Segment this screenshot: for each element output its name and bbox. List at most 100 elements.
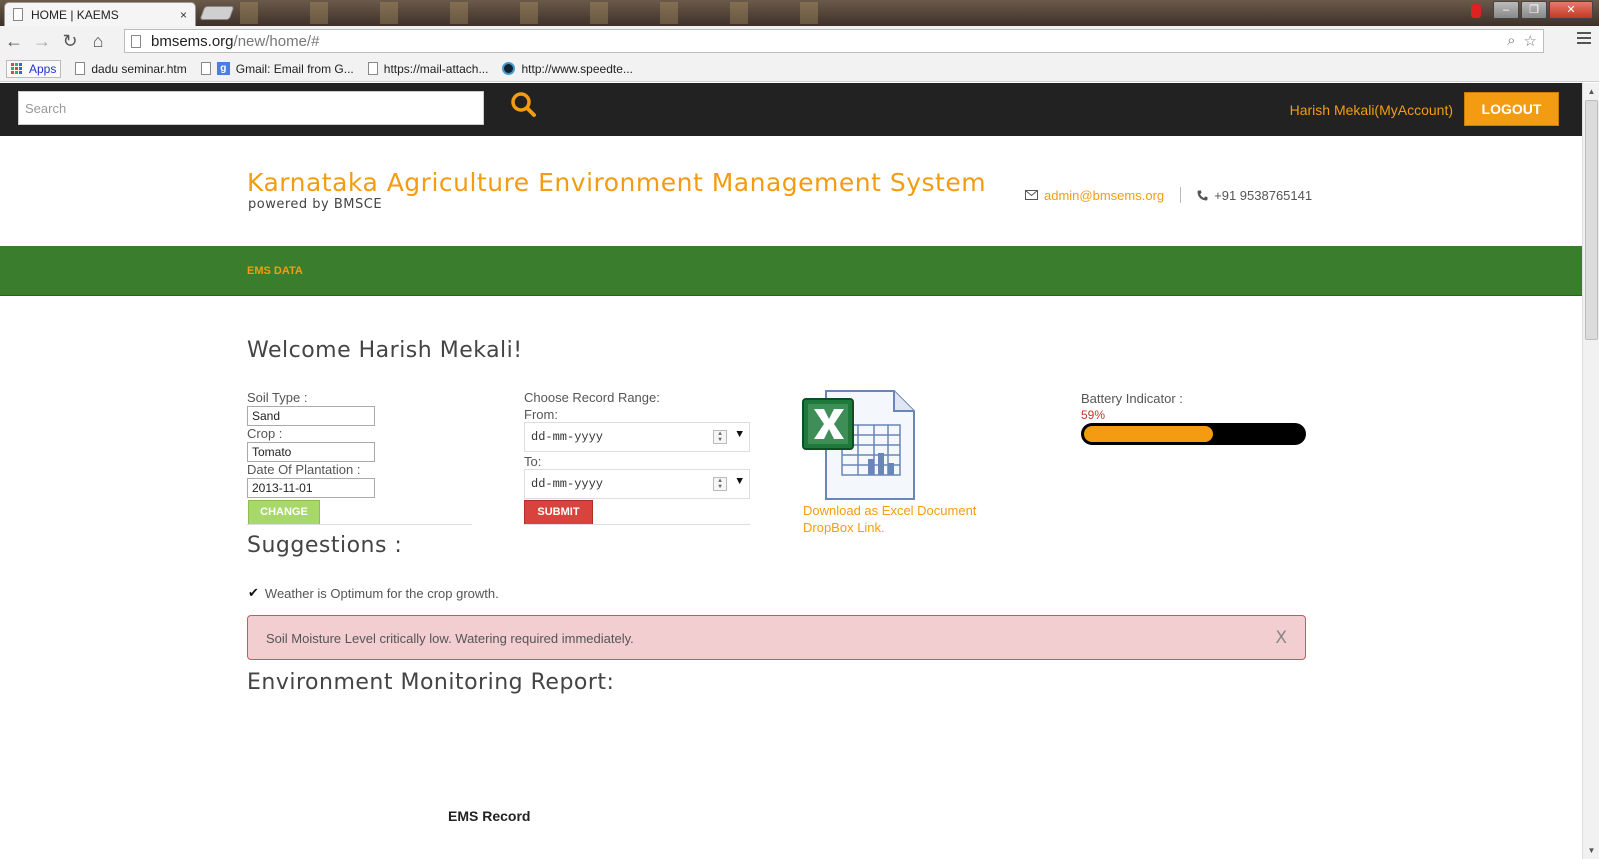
bookmark-label: dadu seminar.htm bbox=[91, 61, 187, 76]
speedtest-icon bbox=[502, 62, 516, 75]
excel-document-icon[interactable] bbox=[802, 389, 918, 501]
divider bbox=[524, 524, 750, 525]
bookmark-dadu-seminar[interactable]: dadu seminar.htm bbox=[75, 61, 187, 76]
moisture-alert: Soil Moisture Level critically low. Wate… bbox=[247, 615, 1306, 660]
bookmarks-bar: Apps dadu seminar.htm g Gmail: Email fro… bbox=[0, 56, 1599, 82]
contact-email-link[interactable]: admin@bmsems.org bbox=[1044, 188, 1164, 203]
plantation-date-label: Date Of Plantation : bbox=[247, 462, 361, 477]
bookmark-label: Apps bbox=[29, 61, 57, 76]
bookmark-gmail[interactable]: g Gmail: Email from G... bbox=[200, 61, 354, 76]
url-host: bmsems.org bbox=[151, 32, 234, 50]
soil-type-field[interactable] bbox=[247, 406, 375, 426]
battery-label: Battery Indicator : bbox=[1081, 391, 1183, 406]
bookmark-star-icon[interactable]: ☆ bbox=[1524, 32, 1537, 50]
scroll-up-arrow-icon[interactable]: ▲ bbox=[1583, 83, 1599, 100]
checkmark-icon: ✔ bbox=[248, 585, 259, 600]
home-icon[interactable]: ⌂ bbox=[84, 31, 112, 52]
phone-icon bbox=[1197, 190, 1208, 200]
google-icon: g bbox=[216, 62, 230, 75]
battery-percent: 59% bbox=[1081, 408, 1106, 422]
window-controls: – ❐ ✕ bbox=[1471, 1, 1593, 19]
contact-phone: +91 9538765141 bbox=[1214, 187, 1313, 203]
tab-title: HOME | KAEMS bbox=[31, 7, 119, 22]
battery-fill bbox=[1084, 426, 1213, 442]
zoom-icon[interactable]: ⌕ bbox=[1507, 32, 1515, 50]
scroll-thumb[interactable] bbox=[1585, 100, 1598, 340]
divider bbox=[1180, 187, 1182, 203]
suggestion-text: Weather is Optimum for the crop growth. bbox=[264, 585, 499, 601]
bookmark-speedtest[interactable]: http://www.speedte... bbox=[502, 61, 633, 76]
page-icon bbox=[75, 62, 86, 75]
dropdown-arrow-icon[interactable]: ▼ bbox=[736, 429, 743, 441]
divider bbox=[247, 524, 472, 525]
plantation-date-field[interactable] bbox=[247, 478, 375, 498]
bookmark-apps[interactable]: Apps bbox=[6, 59, 62, 78]
minimize-button[interactable]: – bbox=[1493, 1, 1519, 19]
alert-close-button[interactable]: X bbox=[1275, 628, 1287, 648]
to-date-value: dd-mm-yyyy bbox=[531, 477, 604, 491]
search-input[interactable] bbox=[18, 91, 484, 125]
browser-toolbar: ← → ↻ ⌂ bmsems.org/new/home/# ⌕ ☆ bbox=[0, 26, 1599, 56]
nav-item-ems-data[interactable]: EMS DATA bbox=[247, 265, 303, 277]
main-navbar: EMS DATA bbox=[0, 246, 1582, 296]
apps-grid-icon bbox=[11, 62, 23, 75]
back-arrow-icon[interactable]: ← bbox=[0, 31, 28, 52]
welcome-heading: Welcome Harish Mekali! bbox=[247, 338, 523, 363]
bookmark-label: Gmail: Email from G... bbox=[235, 61, 354, 76]
spinner-icon[interactable]: ▲ ▼ bbox=[713, 430, 727, 444]
site-header: Karnataka Agriculture Environment Manage… bbox=[0, 136, 1582, 246]
reload-icon[interactable]: ↻ bbox=[56, 31, 84, 52]
dropbox-link[interactable]: DropBox Link. bbox=[803, 520, 885, 535]
alert-text: Soil Moisture Level critically low. Wate… bbox=[266, 631, 634, 646]
new-tab-button[interactable] bbox=[199, 6, 235, 20]
scroll-down-arrow-icon[interactable]: ▼ bbox=[1583, 842, 1599, 859]
submit-button[interactable]: SUBMIT bbox=[524, 500, 593, 525]
tab-close-icon[interactable]: × bbox=[180, 8, 187, 22]
browser-menu-icon[interactable] bbox=[1577, 32, 1591, 47]
ems-record-title: EMS Record bbox=[448, 808, 531, 824]
soil-type-label: Soil Type : bbox=[247, 390, 308, 405]
change-button[interactable]: CHANGE bbox=[248, 500, 320, 525]
desktop-background bbox=[240, 2, 860, 24]
battery-progress-bar bbox=[1081, 423, 1306, 445]
to-date-input[interactable]: dd-mm-yyyy ▲ ▼ ▼ bbox=[524, 469, 750, 499]
suggestions-heading: Suggestions : bbox=[247, 533, 403, 558]
bookmark-label: http://www.speedte... bbox=[521, 61, 633, 76]
browser-tabstrip: HOME | KAEMS × – ❐ ✕ bbox=[0, 0, 1599, 26]
bookmark-label: https://mail-attach... bbox=[383, 61, 489, 76]
to-label: To: bbox=[524, 454, 542, 469]
contact-info: admin@bmsems.org +91 9538765141 bbox=[1025, 187, 1312, 203]
from-date-value: dd-mm-yyyy bbox=[531, 430, 604, 444]
site-topbar: Harish Mekali(MyAccount) LOGOUT bbox=[0, 83, 1582, 136]
from-date-input[interactable]: dd-mm-yyyy ▲ ▼ ▼ bbox=[524, 422, 750, 452]
search-icon[interactable] bbox=[510, 91, 538, 121]
bookmark-mail-attach[interactable]: https://mail-attach... bbox=[367, 61, 489, 76]
report-heading: Environment Monitoring Report: bbox=[247, 670, 615, 695]
from-label: From: bbox=[524, 407, 558, 422]
my-account-link[interactable]: Harish Mekali(MyAccount) bbox=[1290, 102, 1453, 118]
close-window-button[interactable]: ✕ bbox=[1549, 1, 1593, 19]
logout-button[interactable]: LOGOUT bbox=[1464, 92, 1559, 126]
page-scrollbar[interactable]: ▲ ▼ bbox=[1582, 83, 1599, 859]
download-excel-link[interactable]: Download as Excel Document bbox=[803, 503, 976, 518]
url-path: /new/home/# bbox=[233, 32, 320, 50]
record-range-label: Choose Record Range: bbox=[524, 390, 660, 405]
extension-icon[interactable] bbox=[1471, 4, 1481, 18]
crop-field[interactable] bbox=[247, 442, 375, 462]
envelope-icon bbox=[1025, 190, 1038, 200]
page-icon bbox=[131, 34, 141, 48]
address-bar[interactable]: bmsems.org/new/home/# ⌕ ☆ bbox=[124, 29, 1544, 53]
site-title[interactable]: Karnataka Agriculture Environment Manage… bbox=[247, 168, 986, 197]
crop-label: Crop : bbox=[247, 426, 283, 441]
forward-arrow-icon[interactable]: → bbox=[28, 31, 56, 52]
restore-button[interactable]: ❐ bbox=[1521, 1, 1547, 19]
suggestion-item: ✔ Weather is Optimum for the crop growth… bbox=[248, 585, 499, 601]
spinner-icon[interactable]: ▲ ▼ bbox=[713, 477, 727, 491]
page-icon bbox=[200, 62, 211, 75]
page-icon bbox=[367, 62, 378, 75]
dropdown-arrow-icon[interactable]: ▼ bbox=[736, 476, 743, 488]
tab-home-kaems[interactable]: HOME | KAEMS × bbox=[4, 2, 196, 26]
page-viewport: Harish Mekali(MyAccount) LOGOUT Karnatak… bbox=[0, 83, 1599, 859]
site-subtitle: powered by BMSCE bbox=[248, 197, 383, 212]
page-icon bbox=[13, 8, 23, 21]
